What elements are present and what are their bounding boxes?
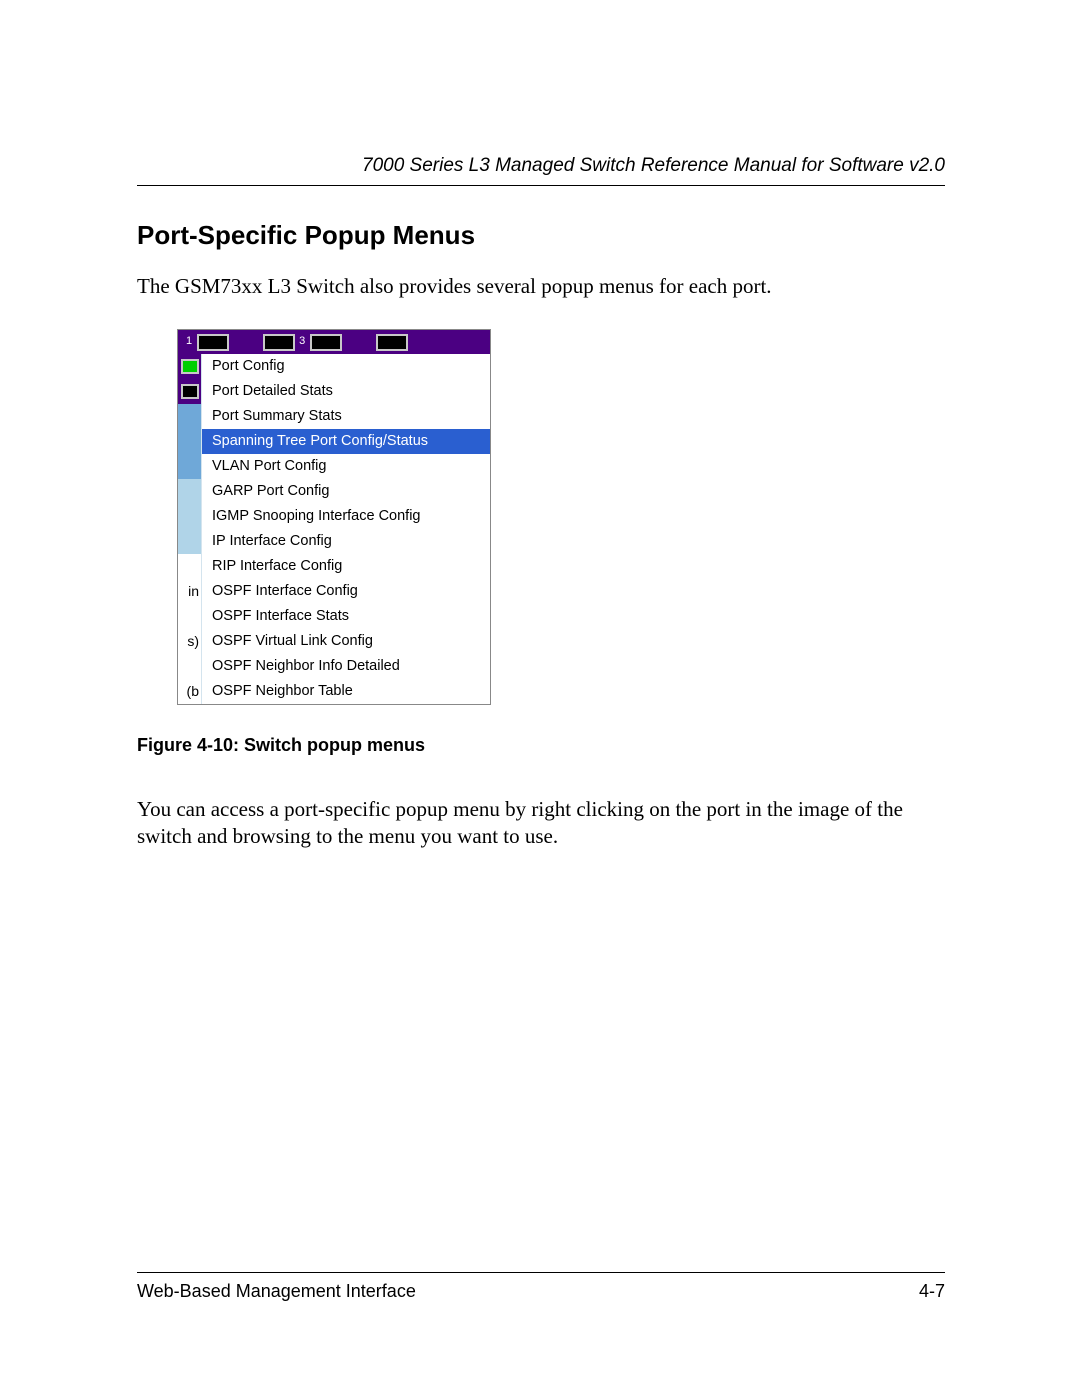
strip-segment — [178, 504, 202, 529]
running-header: 7000 Series L3 Managed Switch Reference … — [137, 155, 945, 177]
menu-item[interactable]: Spanning Tree Port Config/Status — [202, 429, 490, 454]
port-number-label: 3 — [299, 335, 305, 347]
menu-item[interactable]: OSPF Neighbor Info Detailed — [202, 654, 490, 679]
strip-segment — [178, 404, 202, 429]
port-number-label: 1 — [186, 335, 192, 347]
port-slot-icon — [263, 334, 295, 351]
menu-item[interactable]: GARP Port Config — [202, 479, 490, 504]
strip-segment — [178, 429, 202, 454]
menu-item[interactable]: OSPF Interface Config — [202, 579, 490, 604]
background-text-fragment: (b — [178, 679, 202, 704]
intro-paragraph: The GSM73xx L3 Switch also provides seve… — [137, 273, 945, 299]
menu-item[interactable]: IGMP Snooping Interface Config — [202, 504, 490, 529]
left-strip: in s) (b — [178, 354, 202, 704]
context-menu[interactable]: Port ConfigPort Detailed StatsPort Summa… — [202, 354, 490, 704]
strip-segment — [178, 654, 202, 679]
strip-segment — [178, 554, 202, 579]
port-slot-icon — [197, 334, 229, 351]
menu-item[interactable]: OSPF Virtual Link Config — [202, 629, 490, 654]
menu-item[interactable]: VLAN Port Config — [202, 454, 490, 479]
menu-item[interactable]: OSPF Neighbor Table — [202, 679, 490, 704]
menu-item[interactable]: IP Interface Config — [202, 529, 490, 554]
background-text-fragment: s) — [178, 629, 202, 654]
footer-section-name: Web-Based Management Interface — [137, 1281, 416, 1302]
port-slot-icon — [310, 334, 342, 351]
strip-segment — [178, 454, 202, 479]
menu-item[interactable]: Port Summary Stats — [202, 404, 490, 429]
menu-item[interactable]: Port Config — [202, 354, 490, 379]
footer-rule — [137, 1272, 945, 1273]
port-slot-icon — [376, 334, 408, 351]
menu-item[interactable]: OSPF Interface Stats — [202, 604, 490, 629]
figure-screenshot: 1 3 in s) (b Port ConfigPort Detailed Stat… — [177, 329, 945, 705]
port-icon-inactive — [178, 379, 202, 404]
section-heading: Port-Specific Popup Menus — [137, 220, 945, 251]
page-footer: Web-Based Management Interface 4-7 — [137, 1272, 945, 1302]
port-icon-active — [178, 354, 202, 379]
switch-port-bar: 1 3 — [178, 330, 490, 354]
strip-segment — [178, 529, 202, 554]
strip-segment — [178, 479, 202, 504]
header-rule — [137, 185, 945, 186]
figure-caption: Figure 4-10: Switch popup menus — [137, 735, 945, 756]
page-number: 4-7 — [919, 1281, 945, 1302]
menu-item[interactable]: RIP Interface Config — [202, 554, 490, 579]
outro-paragraph: You can access a port-specific popup men… — [137, 796, 945, 849]
popup-menu-screenshot: 1 3 in s) (b Port ConfigPort Detailed Stat… — [177, 329, 491, 705]
menu-item[interactable]: Port Detailed Stats — [202, 379, 490, 404]
background-text-fragment: in — [178, 579, 202, 604]
strip-segment — [178, 604, 202, 629]
